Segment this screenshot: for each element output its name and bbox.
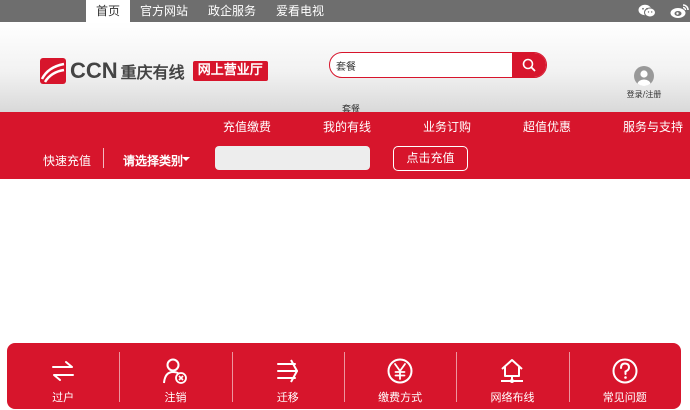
service-label: 网络布线 [490,391,535,404]
yen-icon [386,357,414,385]
user-icon [637,70,651,86]
divider [103,148,104,168]
top-nav-official-site[interactable]: 官方网站 [130,0,198,22]
weibo-icon[interactable] [670,3,690,19]
service-item-network[interactable]: 网络布线 [456,343,568,409]
top-nav: 首页 官方网站 政企服务 爱看电视 [86,0,334,22]
service-label: 注销 [164,391,187,404]
ccn-logo-icon [40,58,66,84]
site-logo[interactable]: CCN 重庆有线 网上营业厅 [40,58,268,84]
social-links [638,0,690,22]
move-arrows-icon [275,357,301,385]
search-input[interactable] [336,56,506,74]
top-nav-tv[interactable]: 爱看电视 [266,0,334,22]
chevron-down-icon[interactable] [182,157,190,161]
question-icon [611,357,639,385]
logo-brand: CCN [70,58,118,83]
service-item-transfer[interactable]: 过户 [7,343,119,409]
quick-recharge: 快速充值 请选择类别 点击充值 [0,146,690,174]
header: CCN 重庆有线 网上营业厅 套餐 登录/注册 [0,22,690,115]
login-register-link[interactable]: 登录/注册 [624,89,664,100]
service-label: 迁移 [276,391,299,404]
user-cancel-icon [162,357,188,385]
nav-service-support[interactable]: 服务与支持 [623,118,683,135]
service-bar: 过户 注销 迁移 缴费方式 网络布线 常见问题 [7,343,681,409]
service-label: 过户 [52,391,75,404]
service-item-payment[interactable]: 缴费方式 [343,343,456,409]
nav-my-cable[interactable]: 我的有线 [323,118,371,135]
recharge-button[interactable]: 点击充值 [393,146,468,171]
main-nav: 充值缴费 我的有线 业务订购 超值优惠 服务与支持 [0,118,690,138]
logo-name: 重庆有线 [120,63,185,82]
recharge-input[interactable] [215,146,370,170]
house-network-icon [498,357,526,385]
nav-business-order[interactable]: 业务订购 [423,118,471,135]
top-nav-home[interactable]: 首页 [86,0,131,22]
service-item-faq[interactable]: 常见问题 [568,343,681,409]
nav-deals[interactable]: 超值优惠 [523,118,571,135]
service-item-move[interactable]: 迁移 [231,343,344,409]
top-nav-enterprise[interactable]: 政企服务 [198,0,266,22]
service-label: 常见问题 [602,391,647,404]
service-label: 缴费方式 [378,391,423,404]
category-select[interactable]: 请选择类别 [123,152,183,169]
quick-recharge-label: 快速充值 [43,154,92,168]
nav-recharge[interactable]: 充值缴费 [223,118,271,135]
service-item-cancel[interactable]: 注销 [119,343,231,409]
logo-badge: 网上营业厅 [192,61,268,81]
search-icon [522,58,536,72]
search-button[interactable] [512,53,546,77]
avatar[interactable] [634,66,654,86]
transfer-arrows-icon [49,357,77,385]
wechat-icon[interactable] [638,4,656,18]
main-nav-bar: 充值缴费 我的有线 业务订购 超值优惠 服务与支持 快速充值 请选择类别 点击充… [0,112,690,179]
top-bar: 首页 官方网站 政企服务 爱看电视 [0,0,690,22]
search-box [329,52,547,78]
login-area[interactable]: 登录/注册 [624,66,664,100]
